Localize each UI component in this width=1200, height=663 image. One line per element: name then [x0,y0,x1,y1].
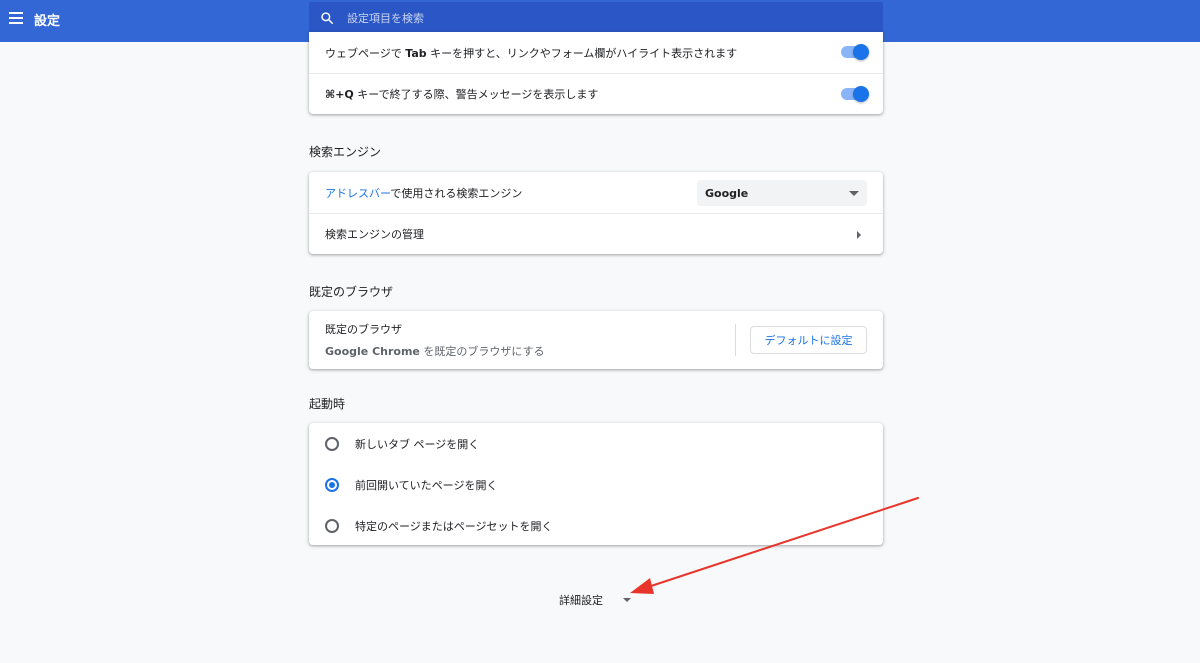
set-default-button[interactable]: デフォルトに設定 [750,326,867,354]
default-browser-row: 既定のブラウザ Google Chrome を既定のブラウザにする デフォルトに… [309,311,883,369]
search-engine-select[interactable]: Google [697,180,867,206]
divider [735,324,736,356]
radio-button[interactable] [325,436,339,451]
page-title: 設定 [34,14,61,29]
search-icon [321,12,333,24]
default-browser-card: 既定のブラウザ Google Chrome を既定のブラウザにする デフォルトに… [309,311,883,369]
manage-search-engines-label: 検索エンジンの管理 [325,228,424,241]
address-bar-engine-row: アドレスバーで使用される検索エンジン Google [309,172,883,213]
advanced-settings-label: 詳細設定 [559,594,603,607]
default-browser-section-title: 既定のブラウザ [309,285,394,299]
settings-search-box[interactable] [309,2,883,35]
address-bar-engine-label: アドレスバーで使用される検索エンジン [325,186,523,200]
search-engine-section-title: 検索エンジン [309,145,382,159]
radio-button[interactable] [325,518,339,533]
annotation-arrow-icon [630,497,919,594]
appearance-card: ウェブページで Tab キーを押すと、リンクやフォーム欄がハイライト表示されます… [309,32,883,114]
quit-warning-label: ⌘+Q キーで終了する際、警告メッセージを表示します [325,88,599,101]
manage-search-engines-row[interactable]: 検索エンジンの管理 [309,213,883,254]
startup-option-label: 特定のページまたはページセットを開く [355,519,553,533]
radio-button-checked[interactable] [325,477,339,492]
hamburger-menu-icon[interactable] [9,12,23,24]
tab-highlight-toggle[interactable] [841,44,869,60]
default-browser-subtitle: Google Chrome を既定のブラウザにする [325,345,545,358]
startup-option-label: 新しいタブ ページを開く [355,437,480,451]
search-input[interactable] [347,2,867,35]
startup-option-new-tab[interactable]: 新しいタブ ページを開く [309,423,883,464]
tab-highlight-row[interactable]: ウェブページで Tab キーを押すと、リンクやフォーム欄がハイライト表示されます [309,32,883,73]
chevron-right-icon[interactable] [857,231,861,239]
startup-section-title: 起動時 [309,397,346,411]
tab-highlight-label: ウェブページで Tab キーを押すと、リンクやフォーム欄がハイライト表示されます [325,46,738,60]
default-browser-title: 既定のブラウザ [325,323,402,336]
search-engine-card: アドレスバーで使用される検索エンジン Google 検索エンジンの管理 [309,172,883,254]
quit-warning-row[interactable]: ⌘+Q キーで終了する際、警告メッセージを表示します [309,73,883,114]
quit-warning-toggle[interactable] [841,86,869,102]
address-bar-link[interactable]: アドレスバー [325,187,390,200]
dropdown-caret-icon [849,191,859,196]
startup-option-label: 前回開いていたページを開く [355,478,498,492]
